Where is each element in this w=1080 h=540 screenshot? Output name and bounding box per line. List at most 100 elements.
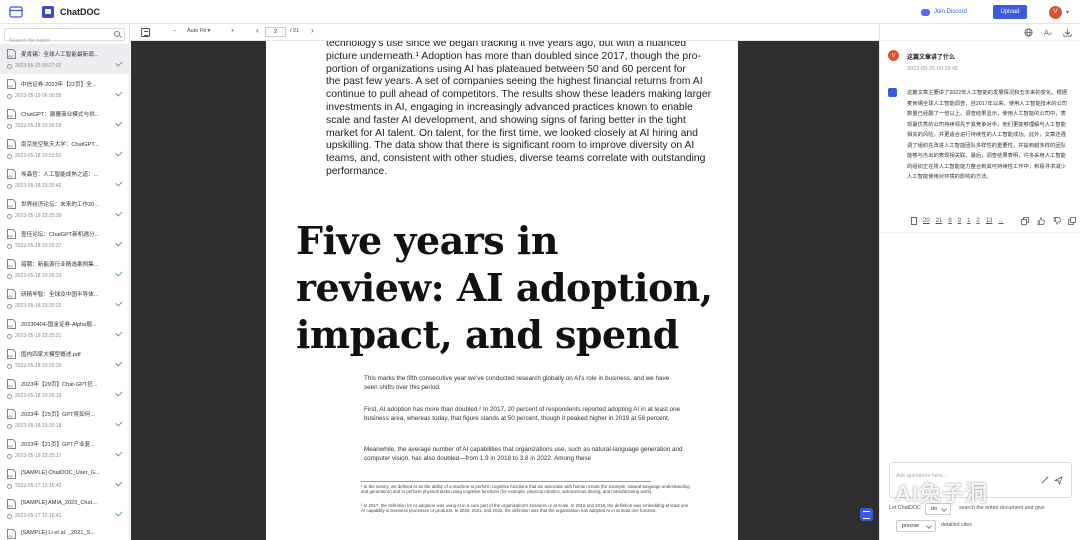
page-total: / 21 [290,28,300,34]
zoom-in-button[interactable]: + [231,28,234,34]
file-list-item[interactable]: PDF 埃森哲：人工智能成熟之道：... 2023-05-18 23:25:42 [0,164,129,194]
file-date-text: 2023-05-18 23:25:42 [15,183,62,189]
reference-link[interactable]: 9 [958,218,961,224]
app-title: ChatDOC [60,6,100,17]
send-icon[interactable] [1054,476,1063,485]
top-bar: ChatDOC Join Discord Upload V ▾ [0,0,1080,24]
clock-icon [7,483,12,489]
globe-icon[interactable] [1024,28,1033,37]
download-icon[interactable] [1063,28,1072,37]
reference-link[interactable]: 13 [986,218,993,224]
file-list-item[interactable]: PDF 麦肯锡：全球人工智能最新调... 2023-05-25 00:27:03 [0,44,129,74]
file-date: 2023-05-18 23:25:20 [7,363,61,369]
file-list-item[interactable]: PDF 世界经济论坛：未来的工作20... 2023-05-18 23:25:39 [0,194,129,224]
precision-select[interactable]: precise [896,520,936,532]
chat-toolbar: A a [880,24,1080,41]
copy-icon[interactable] [1021,217,1029,225]
svg-text:PDF: PDF [8,234,14,238]
paragraph-capabilities: Meanwhile, the average number of AI capa… [364,446,683,463]
file-name: [SAMPLE] Li et al. _2021_S... [21,530,96,536]
body-line: teams, and, consistent with other studie… [326,153,706,165]
reference-link[interactable]: 20 [923,218,930,224]
svg-text:PDF: PDF [8,204,14,208]
file-list-item[interactable]: PDF 2023年【21页】GPT产业复... 2023-05-18 23:25:1… [0,434,129,464]
pdf-file-icon: PDF [7,139,16,149]
reference-link[interactable]: 2 [976,218,979,224]
file-list-item[interactable]: PDF ChatGPT：颠覆商业模式与供... 2023-05-18 23:26:5… [0,104,129,134]
checkmark-icon [115,239,123,247]
share-icon[interactable] [1068,217,1076,225]
svg-text:PDF: PDF [8,294,14,298]
user-avatar[interactable]: V [1048,5,1062,19]
svg-text:PDF: PDF [8,534,14,538]
chatdoc-logo-icon [42,5,54,18]
zoom-select[interactable]: Auto Fit ▾ [187,28,210,34]
file-date-text: 2023-05-18 23:25:22 [15,303,62,309]
pdf-file-icon: PDF [7,49,16,59]
magic-wand-icon[interactable] [1041,476,1049,484]
file-date: 2023-05-25 00:27:03 [7,63,61,69]
pdf-file-icon: PDF [7,409,16,419]
file-list-item[interactable]: PDF 20230404-国金证券-Alpha掘... 2023-05-18 23:… [0,314,129,344]
svg-text:PDF: PDF [8,264,14,268]
checkmark-icon [115,269,123,277]
notes-icon[interactable] [860,508,873,521]
file-date-text: 2023-05-18 23:25:23 [15,273,62,279]
file-list-item[interactable]: PDF 南京航空航天大学：ChatGPT... 2023-05-18 23:53:5… [0,134,129,164]
thumbs-up-icon[interactable] [1037,217,1045,225]
file-list-item[interactable]: PDF 研精毕智：全球及中国半导体... 2023-05-18 23:25:22 [0,284,129,314]
checkmark-icon [115,509,123,517]
file-name: 南京航空航天大学：ChatGPT... [21,142,99,148]
paragraph-intro: This marks the fifth consecutive year we… [364,375,670,392]
thumbs-down-icon[interactable] [1053,217,1061,225]
file-name: 2023年【25页】GPT将如何... [21,412,95,418]
chevron-down-icon[interactable]: ▾ [1066,9,1069,16]
file-list-item[interactable]: PDF [SAMPLE] ChatDOC_User_G... 2023-05-17 … [0,464,129,494]
source-references: 20 21 8 9 1 2 13... [911,217,1009,225]
file-list-item[interactable]: PDF 2023年【29页】Chat-GPT狂... 2023-05-18 23:2… [0,374,129,404]
prev-page-button[interactable]: ‹ [256,26,259,35]
file-list-item[interactable]: PDF 国内四家大模型概述.pdf 2023-05-18 23:25:20 [0,344,129,374]
file-list-item[interactable]: PDF 中信证券-2023年【22页】全... 2023-05-19 06:00:5… [0,74,129,104]
clock-icon [7,123,12,129]
file-list: PDF 麦肯锡：全球人工智能最新调... 2023-05-25 00:27:03 PD… [0,44,129,540]
file-name: 中信证券-2023年【22页】全... [21,82,97,88]
clock-icon [7,273,12,279]
reference-link[interactable]: 8 [948,218,951,224]
file-list-item[interactable]: PDF [SAMPLE] Li et al. _2021_S... [0,524,129,540]
font-size-icon[interactable]: A a [1044,28,1053,37]
reference-link[interactable]: ... [998,218,1003,224]
pdf-body-text: technology's use since we began tracking… [326,41,726,179]
file-list-item[interactable]: PDF 2023年【25页】GPT将如何... 2023-05-18 23:25:1… [0,404,129,434]
pdf-viewer[interactable]: technology's use since we began tracking… [131,41,879,540]
checkmark-icon [115,449,123,457]
search-icon[interactable] [114,31,120,37]
file-list-item[interactable]: PDF 猎聘：新能源行业精选案例集... 2023-05-18 23:25:23 [0,254,129,284]
document-icon [911,217,917,225]
pdf-file-icon: PDF [7,109,16,119]
sidebar-toggle-icon[interactable] [9,5,23,18]
file-name: 2023年【21页】GPT产业复... [21,442,95,448]
file-name: 世界经济论坛：未来的工作20... [21,202,100,208]
file-name: 埃森哲：人工智能成熟之道：... [21,172,99,178]
page-number-input[interactable]: 2 [265,27,286,37]
clock-icon [7,393,12,399]
body-line: upskilling. The data show that there is … [326,140,695,152]
clock-icon [7,363,12,369]
join-discord-link[interactable]: Join Discord [920,8,967,16]
file-list-item[interactable]: PDF [SAMPLE] AMIA_2023_Chat... 2023-05-17 … [0,494,129,524]
next-page-button[interactable]: › [311,26,314,35]
file-list-item[interactable]: PDF 壹佳论坛：ChatGPT新机遇分... 2023-05-18 23:25:2… [0,224,129,254]
file-date-text: 2023-05-18 23:25:39 [15,213,62,219]
chatdoc-bot-icon [888,88,897,97]
file-date-text: 2023-05-18 23:25:17 [15,453,62,459]
zoom-out-button[interactable]: − [173,28,176,34]
clock-icon [7,303,12,309]
reference-link[interactable]: 21 [936,218,943,224]
assistant-answer: 这篇文章主要讲了2022年人工智能的发展情况和五年来的变化。根据麦肯锡全球人工智… [907,90,1068,180]
upload-button[interactable]: Upload [992,5,1027,19]
reference-link[interactable]: 1 [967,218,970,224]
svg-text:PDF: PDF [8,324,14,328]
pdf-file-icon: PDF [7,79,16,89]
outline-toggle-icon[interactable] [141,28,150,37]
